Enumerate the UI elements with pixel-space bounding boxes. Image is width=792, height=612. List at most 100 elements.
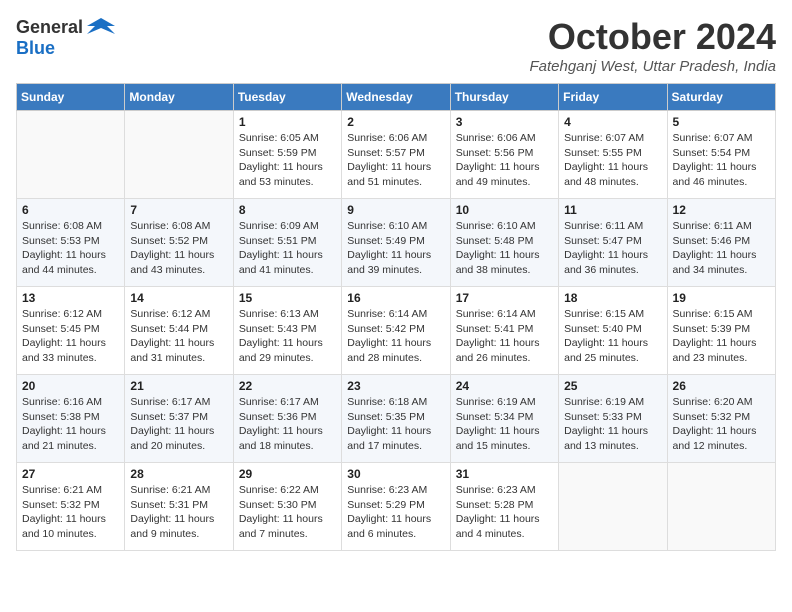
day-number: 14: [130, 291, 227, 305]
table-row: 24 Sunrise: 6:19 AM Sunset: 5:34 PM Dayli…: [450, 375, 558, 463]
day-info: Sunrise: 6:07 AM Sunset: 5:54 PM Dayligh…: [673, 131, 770, 190]
day-number: 26: [673, 379, 770, 393]
day-number: 30: [347, 467, 444, 481]
day-info: Sunrise: 6:23 AM Sunset: 5:28 PM Dayligh…: [456, 483, 553, 542]
day-number: 3: [456, 115, 553, 129]
logo-blue-text: Blue: [16, 38, 55, 58]
day-info: Sunrise: 6:13 AM Sunset: 5:43 PM Dayligh…: [239, 307, 336, 366]
table-row: 14 Sunrise: 6:12 AM Sunset: 5:44 PM Dayli…: [125, 287, 233, 375]
calendar-week-3: 13 Sunrise: 6:12 AM Sunset: 5:45 PM Dayli…: [17, 287, 776, 375]
day-info: Sunrise: 6:05 AM Sunset: 5:59 PM Dayligh…: [239, 131, 336, 190]
table-row: 15 Sunrise: 6:13 AM Sunset: 5:43 PM Dayli…: [233, 287, 341, 375]
table-row: 3 Sunrise: 6:06 AM Sunset: 5:56 PM Daylig…: [450, 111, 558, 199]
table-row: 11Sunrise: 6:11 AM Sunset: 5:47 PM Dayli…: [559, 199, 667, 287]
table-row: 13 Sunrise: 6:12 AM Sunset: 5:45 PM Dayli…: [17, 287, 125, 375]
calendar-header-row: Sunday Monday Tuesday Wednesday Thursday…: [17, 84, 776, 111]
table-row: 2 Sunrise: 6:06 AM Sunset: 5:57 PM Daylig…: [342, 111, 450, 199]
calendar-week-5: 27 Sunrise: 6:21 AM Sunset: 5:32 PM Dayli…: [17, 463, 776, 551]
day-info: Sunrise: 6:14 AM Sunset: 5:41 PM Dayligh…: [456, 307, 553, 366]
day-number: 28: [130, 467, 227, 481]
day-number: 31: [456, 467, 553, 481]
table-row: [559, 463, 667, 551]
day-number: 12: [673, 203, 770, 217]
day-number: 20: [22, 379, 119, 393]
table-row: 12 Sunrise: 6:11 AM Sunset: 5:46 PM Dayli…: [667, 199, 775, 287]
header-sunday: Sunday: [17, 84, 125, 111]
table-row: 6 Sunrise: 6:08 AM Sunset: 5:53 PM Daylig…: [17, 199, 125, 287]
day-info: Sunrise: 6:23 AM Sunset: 5:29 PM Dayligh…: [347, 483, 444, 542]
table-row: [667, 463, 775, 551]
day-number: 11: [564, 203, 661, 217]
day-number: 16: [347, 291, 444, 305]
header-saturday: Saturday: [667, 84, 775, 111]
calendar-week-4: 20 Sunrise: 6:16 AM Sunset: 5:38 PM Dayli…: [17, 375, 776, 463]
table-row: 5 Sunrise: 6:07 AM Sunset: 5:54 PM Daylig…: [667, 111, 775, 199]
header-thursday: Thursday: [450, 84, 558, 111]
day-number: 25: [564, 379, 661, 393]
day-info: Sunrise: 6:10 AM Sunset: 5:48 PM Dayligh…: [456, 219, 553, 278]
day-info: Sunrise: 6:06 AM Sunset: 5:57 PM Dayligh…: [347, 131, 444, 190]
day-info: Sunrise: 6:15 AM Sunset: 5:39 PM Dayligh…: [673, 307, 770, 366]
day-number: 10: [456, 203, 553, 217]
logo: General Blue: [16, 16, 115, 59]
day-info: Sunrise: 6:15 AM Sunset: 5:40 PM Dayligh…: [564, 307, 661, 366]
day-info: Sunrise: 6:19 AM Sunset: 5:33 PM Dayligh…: [564, 395, 661, 454]
day-number: 24: [456, 379, 553, 393]
day-number: 8: [239, 203, 336, 217]
day-number: 22: [239, 379, 336, 393]
day-info: Sunrise: 6:11 AM Sunset: 5:46 PM Dayligh…: [673, 219, 770, 278]
logo-bird-icon: [87, 16, 115, 38]
table-row: 27 Sunrise: 6:21 AM Sunset: 5:32 PM Dayli…: [17, 463, 125, 551]
location: Fatehganj West, Uttar Pradesh, India: [529, 58, 776, 75]
day-info: Sunrise: 6:08 AM Sunset: 5:52 PM Dayligh…: [130, 219, 227, 278]
table-row: 22 Sunrise: 6:17 AM Sunset: 5:36 PM Dayli…: [233, 375, 341, 463]
day-number: 27: [22, 467, 119, 481]
table-row: 18 Sunrise: 6:15 AM Sunset: 5:40 PM Dayli…: [559, 287, 667, 375]
table-row: 9Sunrise: 6:10 AM Sunset: 5:49 PM Daylig…: [342, 199, 450, 287]
table-row: 21 Sunrise: 6:17 AM Sunset: 5:37 PM Dayli…: [125, 375, 233, 463]
page-header: General Blue October 2024 Fatehganj West…: [16, 16, 776, 75]
header-monday: Monday: [125, 84, 233, 111]
day-info: Sunrise: 6:21 AM Sunset: 5:32 PM Dayligh…: [22, 483, 119, 542]
day-info: Sunrise: 6:16 AM Sunset: 5:38 PM Dayligh…: [22, 395, 119, 454]
day-info: Sunrise: 6:12 AM Sunset: 5:44 PM Dayligh…: [130, 307, 227, 366]
calendar-week-2: 6 Sunrise: 6:08 AM Sunset: 5:53 PM Daylig…: [17, 199, 776, 287]
day-number: 1: [239, 115, 336, 129]
table-row: 20 Sunrise: 6:16 AM Sunset: 5:38 PM Dayli…: [17, 375, 125, 463]
day-info: Sunrise: 6:22 AM Sunset: 5:30 PM Dayligh…: [239, 483, 336, 542]
table-row: 30 Sunrise: 6:23 AM Sunset: 5:29 PM Dayli…: [342, 463, 450, 551]
day-info: Sunrise: 6:07 AM Sunset: 5:55 PM Dayligh…: [564, 131, 661, 190]
day-number: 17: [456, 291, 553, 305]
day-info: Sunrise: 6:06 AM Sunset: 5:56 PM Dayligh…: [456, 131, 553, 190]
day-number: 4: [564, 115, 661, 129]
day-info: Sunrise: 6:14 AM Sunset: 5:42 PM Dayligh…: [347, 307, 444, 366]
table-row: [17, 111, 125, 199]
day-number: 2: [347, 115, 444, 129]
table-row: 29Sunrise: 6:22 AM Sunset: 5:30 PM Dayli…: [233, 463, 341, 551]
table-row: 19Sunrise: 6:15 AM Sunset: 5:39 PM Dayli…: [667, 287, 775, 375]
table-row: 17 Sunrise: 6:14 AM Sunset: 5:41 PM Dayli…: [450, 287, 558, 375]
day-number: 9: [347, 203, 444, 217]
day-number: 13: [22, 291, 119, 305]
day-info: Sunrise: 6:19 AM Sunset: 5:34 PM Dayligh…: [456, 395, 553, 454]
day-number: 18: [564, 291, 661, 305]
day-info: Sunrise: 6:12 AM Sunset: 5:45 PM Dayligh…: [22, 307, 119, 366]
calendar-week-1: 1 Sunrise: 6:05 AM Sunset: 5:59 PM Daylig…: [17, 111, 776, 199]
day-info: Sunrise: 6:08 AM Sunset: 5:53 PM Dayligh…: [22, 219, 119, 278]
table-row: 8Sunrise: 6:09 AM Sunset: 5:51 PM Daylig…: [233, 199, 341, 287]
table-row: 4 Sunrise: 6:07 AM Sunset: 5:55 PM Daylig…: [559, 111, 667, 199]
header-friday: Friday: [559, 84, 667, 111]
day-number: 5: [673, 115, 770, 129]
day-info: Sunrise: 6:17 AM Sunset: 5:36 PM Dayligh…: [239, 395, 336, 454]
header-tuesday: Tuesday: [233, 84, 341, 111]
day-number: 6: [22, 203, 119, 217]
day-info: Sunrise: 6:17 AM Sunset: 5:37 PM Dayligh…: [130, 395, 227, 454]
day-number: 7: [130, 203, 227, 217]
header-wednesday: Wednesday: [342, 84, 450, 111]
calendar-table: Sunday Monday Tuesday Wednesday Thursday…: [16, 83, 776, 551]
day-number: 21: [130, 379, 227, 393]
table-row: 1 Sunrise: 6:05 AM Sunset: 5:59 PM Daylig…: [233, 111, 341, 199]
table-row: 26Sunrise: 6:20 AM Sunset: 5:32 PM Dayli…: [667, 375, 775, 463]
table-row: 25 Sunrise: 6:19 AM Sunset: 5:33 PM Dayli…: [559, 375, 667, 463]
day-number: 15: [239, 291, 336, 305]
